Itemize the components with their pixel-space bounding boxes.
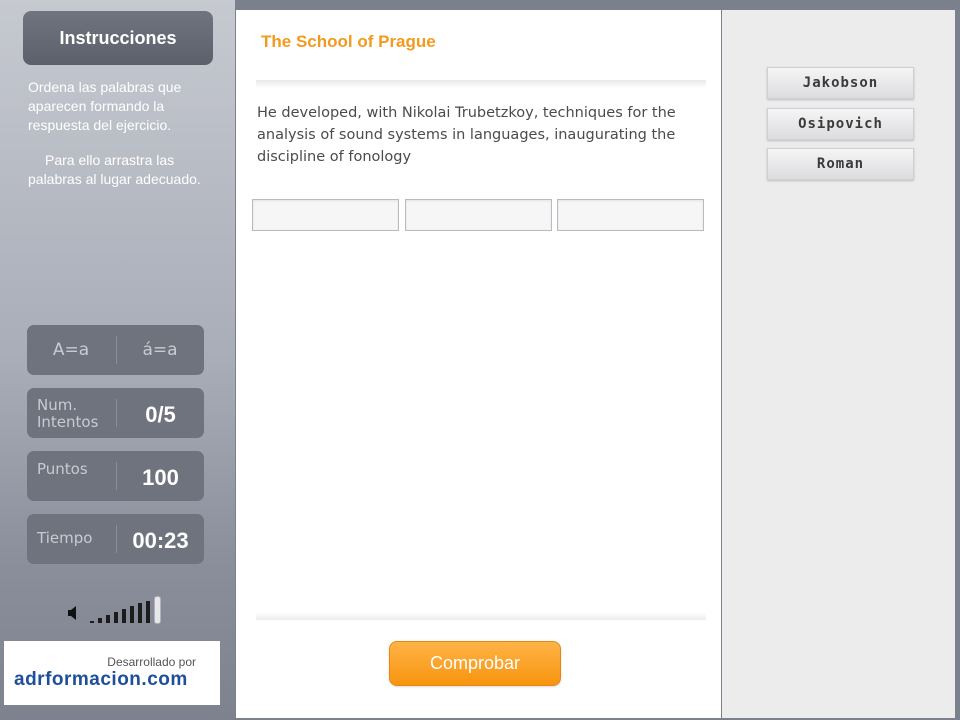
exercise-question: He developed, with Nikolai Trubetzkoy, t… <box>257 105 676 165</box>
brand-logo[interactable]: adrformacion.com <box>14 669 188 691</box>
word-bank: Jakobson Osipovich Roman <box>722 10 955 718</box>
attempts-value: 0/5 <box>145 402 176 427</box>
answer-slot-1[interactable] <box>252 199 399 231</box>
points-box: Puntos 100 <box>27 451 204 501</box>
answer-slots <box>252 199 707 232</box>
volume-bar-7[interactable] <box>138 603 142 623</box>
time-box: Tiempo 00:23 <box>27 514 204 564</box>
exercise-title: The School of Prague <box>261 32 436 51</box>
answer-slot-3[interactable] <box>557 199 704 231</box>
case-sensitive-option[interactable]: A=a <box>27 325 115 375</box>
word-tile-osipovich[interactable]: Osipovich <box>767 108 914 140</box>
speaker-icon[interactable] <box>68 606 78 620</box>
instructions-text: Ordena las palabras que aparecen formand… <box>28 78 213 205</box>
volume-bar-8[interactable] <box>146 601 150 623</box>
volume-bar-5[interactable] <box>122 609 126 623</box>
case-sensitivity-toggle: A=a á=a <box>27 325 204 375</box>
points-label: Puntos <box>37 460 88 478</box>
time-label: Tiempo <box>37 529 93 547</box>
volume-bar-3[interactable] <box>106 615 110 623</box>
divider <box>256 612 706 620</box>
divider <box>256 80 706 88</box>
time-value: 00:23 <box>132 528 189 553</box>
volume-slider-handle[interactable] <box>154 596 161 624</box>
exercise-panel: The School of Prague He developed, with … <box>236 10 721 718</box>
instructions-title: Instrucciones <box>23 11 213 65</box>
volume-bar-6[interactable] <box>130 606 134 623</box>
attempts-label: Num. Intentos <box>37 396 99 431</box>
credit-text: Desarrollado por <box>107 655 196 669</box>
developer-credit[interactable]: Desarrollado por adrformacion.com <box>4 641 220 705</box>
volume-control[interactable] <box>68 596 168 626</box>
volume-bar-2[interactable] <box>98 618 102 623</box>
answer-slot-2[interactable] <box>405 199 552 231</box>
word-tile-roman[interactable]: Roman <box>767 148 914 180</box>
volume-bar-4[interactable] <box>114 612 118 623</box>
word-tile-jakobson[interactable]: Jakobson <box>767 67 914 99</box>
check-button[interactable]: Comprobar <box>389 641 561 686</box>
attempts-box: Num. Intentos 0/5 <box>27 388 204 438</box>
accent-insensitive-option[interactable]: á=a <box>116 325 204 375</box>
sidebar: Instrucciones Ordena las palabras que ap… <box>0 0 235 720</box>
instructions-paragraph-1: Ordena las palabras que aparecen formand… <box>28 79 182 133</box>
points-value: 100 <box>142 465 179 490</box>
volume-bar-1[interactable] <box>90 621 94 623</box>
instructions-paragraph-2: Para ello arrastra las palabras al lugar… <box>28 152 201 187</box>
